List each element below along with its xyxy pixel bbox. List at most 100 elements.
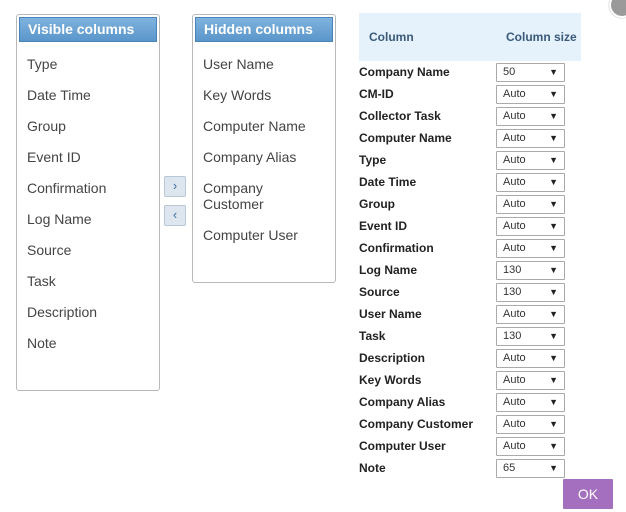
hidden-column-item[interactable]: User Name [203,56,274,72]
column-size-select[interactable]: Auto ▼ [496,217,565,236]
column-size-value: Auto [503,198,526,210]
column-size-select[interactable]: Auto ▼ [496,173,565,192]
column-setting-name: Source [359,285,400,299]
visible-columns-panel: Visible columns Type Date Time Group Event … [16,14,160,391]
column-size-value: Auto [503,88,526,100]
column-size-select[interactable]: Auto ▼ [496,129,565,148]
column-size-select[interactable]: 65 ▼ [496,459,565,478]
chevron-down-icon: ▼ [549,331,558,341]
hidden-column-item[interactable]: Computer Name [203,118,306,134]
chevron-down-icon: ▼ [549,155,558,165]
column-setting-name: Note [359,461,386,475]
column-size-select[interactable]: Auto ▼ [496,151,565,170]
chevron-down-icon: ▼ [549,287,558,297]
column-size-value: Auto [503,374,526,386]
visible-column-item[interactable]: Log Name [27,211,92,227]
visible-columns-header: Visible columns [19,17,157,42]
column-size-select[interactable]: Auto ▼ [496,415,565,434]
column-setting-name: Collector Task [359,109,441,123]
column-size-select[interactable]: 130 ▼ [496,283,565,302]
column-size-select[interactable]: 130 ▼ [496,327,565,346]
column-size-select[interactable]: Auto ▼ [496,107,565,126]
visible-column-item[interactable]: Description [27,304,97,320]
column-size-select[interactable]: Auto ▼ [496,305,565,324]
column-size-value: Auto [503,440,526,452]
chevron-down-icon: ▼ [549,89,558,99]
column-header-label: Column [369,30,414,44]
column-size-value: Auto [503,396,526,408]
chevron-down-icon: ▼ [549,111,558,121]
column-settings-header: Column Column size [359,13,581,61]
chevron-down-icon: ▼ [549,375,558,385]
chevron-down-icon: ▼ [549,67,558,77]
column-size-select[interactable]: Auto ▼ [496,393,565,412]
chevron-down-icon: ▼ [549,177,558,187]
move-right-button[interactable]: › [164,176,186,197]
column-size-select[interactable]: 50 ▼ [496,63,565,82]
column-size-select[interactable]: Auto ▼ [496,85,565,104]
visible-column-item[interactable]: Type [27,56,57,72]
column-setting-name: Group [359,197,395,211]
visible-column-item[interactable]: Confirmation [27,180,106,196]
column-setting-name: Computer User [359,439,446,453]
chevron-down-icon: ▼ [549,353,558,363]
chevron-down-icon: ▼ [549,221,558,231]
column-size-value: Auto [503,352,526,364]
chevron-down-icon: ▼ [549,133,558,143]
hidden-column-item[interactable]: Key Words [203,87,271,103]
column-size-select[interactable]: 130 ▼ [496,261,565,280]
column-setting-name: Company Customer [359,417,474,431]
column-size-value: 130 [503,286,522,298]
column-size-value: 130 [503,330,522,342]
column-setting-name: Log Name [359,263,418,277]
chevron-down-icon: ▼ [549,265,558,275]
column-size-value: Auto [503,220,526,232]
chevron-down-icon: ▼ [549,309,558,319]
chevron-down-icon: ▼ [549,463,558,473]
hidden-column-item[interactable]: Company Customer [203,180,264,212]
column-setting-name: Date Time [359,175,417,189]
hidden-column-item[interactable]: Company Alias [203,149,296,165]
column-size-select[interactable]: Auto ▼ [496,371,565,390]
visible-column-item[interactable]: Date Time [27,87,91,103]
column-size-value: Auto [503,132,526,144]
chevron-down-icon: ▼ [549,419,558,429]
move-left-button[interactable]: ‹ [164,205,186,226]
hidden-column-item[interactable]: Computer User [203,227,298,243]
column-setting-name: Company Name [359,65,450,79]
column-setting-name: Company Alias [359,395,446,409]
column-setting-name: User Name [359,307,422,321]
column-size-select[interactable]: Auto ▼ [496,239,565,258]
ok-button[interactable]: OK [563,479,613,509]
close-icon[interactable] [609,0,626,18]
visible-column-item[interactable]: Group [27,118,66,134]
column-setting-name: Task [359,329,386,343]
column-setting-name: Key Words [359,373,422,387]
visible-column-item[interactable]: Task [27,273,56,289]
column-size-value: Auto [503,176,526,188]
column-size-select[interactable]: Auto ▼ [496,349,565,368]
visible-column-item[interactable]: Event ID [27,149,81,165]
column-size-header-label: Column size [506,30,577,44]
chevron-down-icon: ▼ [549,441,558,451]
column-setting-name: Confirmation [359,241,434,255]
column-size-value: Auto [503,308,526,320]
column-size-value: 130 [503,264,522,276]
visible-column-item[interactable]: Source [27,242,71,258]
column-setting-name: Event ID [359,219,408,233]
column-size-value: Auto [503,154,526,166]
column-size-value: Auto [503,110,526,122]
visible-column-item[interactable]: Note [27,335,57,351]
column-size-value: 50 [503,66,516,78]
column-size-select[interactable]: Auto ▼ [496,195,565,214]
column-size-value: Auto [503,418,526,430]
hidden-columns-header: Hidden columns [195,17,333,42]
chevron-down-icon: ▼ [549,397,558,407]
column-size-select[interactable]: Auto ▼ [496,437,565,456]
chevron-down-icon: ▼ [549,199,558,209]
column-size-value: Auto [503,242,526,254]
column-setting-name: Computer Name [359,131,452,145]
chevron-down-icon: ▼ [549,243,558,253]
column-setting-name: Description [359,351,426,365]
column-size-value: 65 [503,462,516,474]
